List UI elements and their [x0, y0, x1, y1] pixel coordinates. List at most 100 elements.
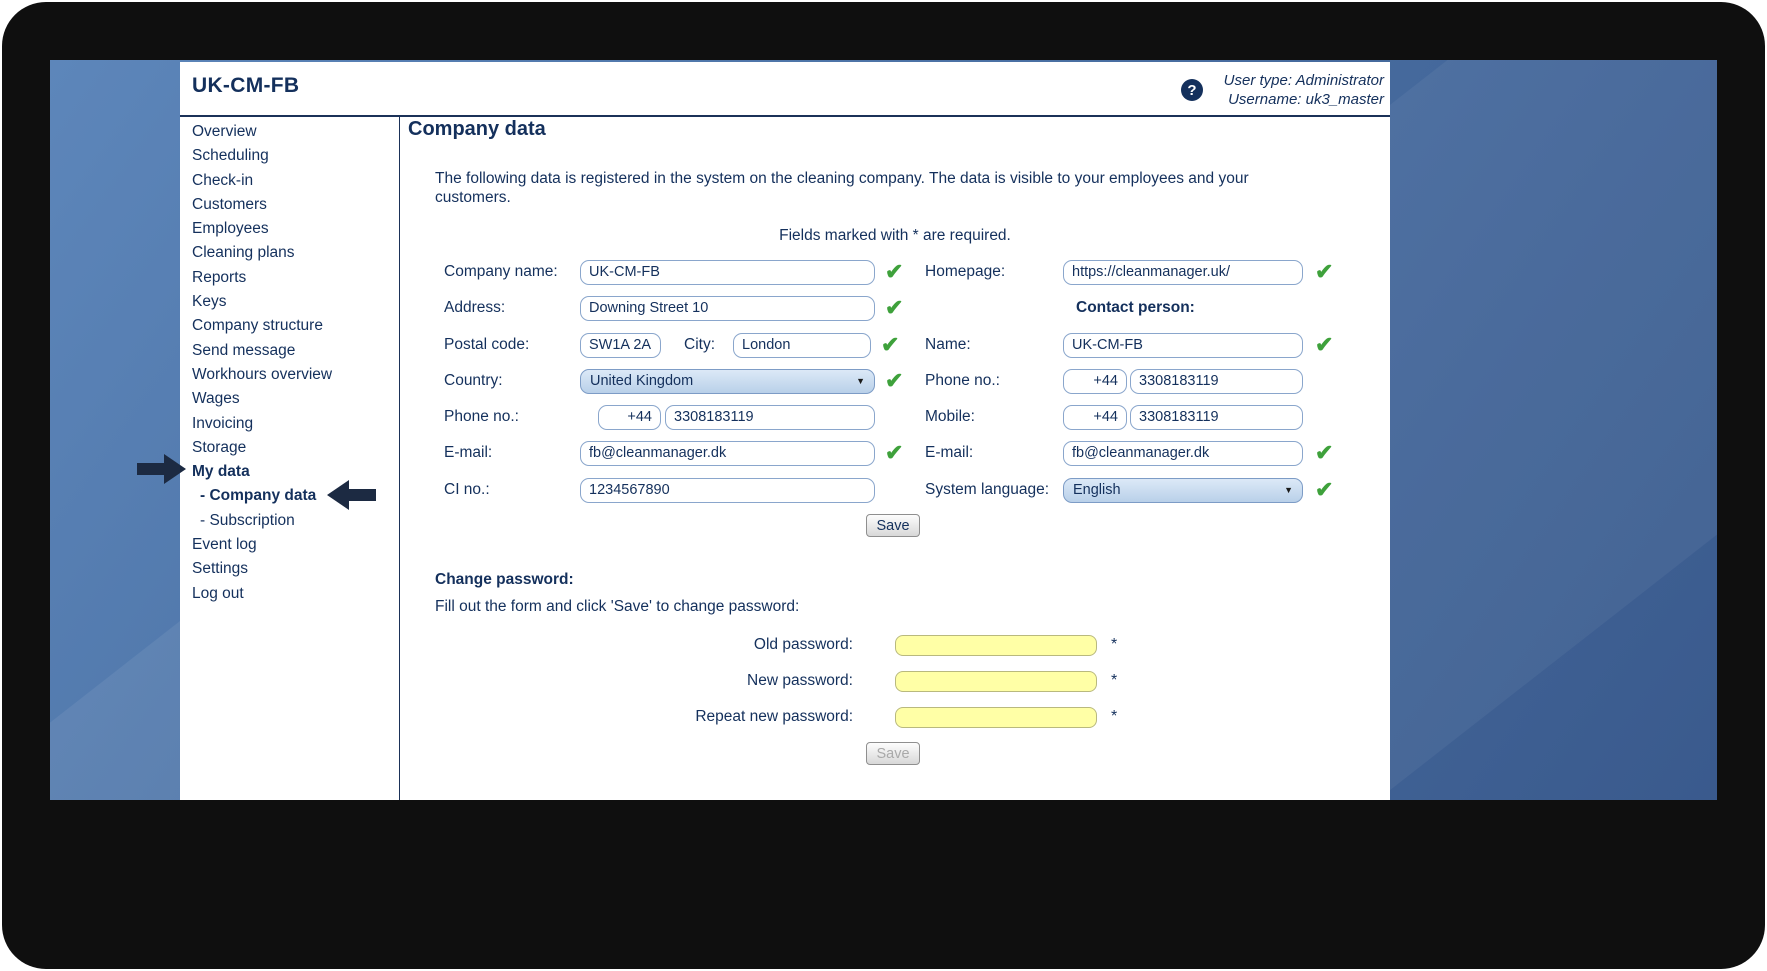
required-asterisk: * — [1111, 708, 1117, 726]
change-password-instruction: Fill out the form and click 'Save' to ch… — [435, 598, 799, 616]
contact-email-label: E-mail: — [925, 444, 1063, 462]
phone-label: Phone no.: — [444, 408, 580, 426]
sidebar-item-reports[interactable]: Reports — [180, 266, 399, 290]
arrow-right-icon — [137, 453, 187, 485]
contact-mobile-label: Mobile: — [925, 408, 1063, 426]
valid-check-icon: ✔ — [1315, 479, 1333, 501]
old-password-label: Old password: — [613, 636, 853, 654]
contact-phone-label: Phone no.: — [925, 372, 1063, 390]
sidebar-item-settings[interactable]: Settings — [180, 557, 399, 581]
required-asterisk: * — [1111, 636, 1117, 654]
repeat-password-row: Repeat new password: * — [613, 705, 1117, 729]
homepage-input[interactable] — [1063, 260, 1303, 285]
sidebar-item-customers[interactable]: Customers — [180, 193, 399, 217]
username-text: Username: uk3_master — [1224, 90, 1384, 109]
sidebar-nav: Overview Scheduling Check-in Customers E… — [180, 117, 400, 800]
postal-code-input[interactable] — [580, 333, 661, 358]
system-language-label: System language: — [925, 481, 1063, 499]
country-row: Country: United Kingdom ▼ ✔ — [444, 368, 903, 394]
sidebar-item-scheduling[interactable]: Scheduling — [180, 144, 399, 168]
contact-name-label: Name: — [925, 336, 1063, 354]
homepage-label: Homepage: — [925, 263, 1063, 281]
ci-no-label: CI no.: — [444, 481, 580, 499]
arrow-left-icon — [326, 479, 376, 511]
phone-prefix-input[interactable] — [598, 405, 661, 430]
user-info: User type: Administrator Username: uk3_m… — [1224, 71, 1384, 109]
city-label: City: — [684, 336, 715, 354]
contact-mobile-row: Mobile: — [925, 404, 1303, 430]
contact-person-header: Contact person: — [1076, 299, 1195, 317]
contact-phone-prefix-input[interactable] — [1063, 369, 1127, 394]
system-language-row: System language: English ▼ ✔ — [925, 477, 1333, 503]
new-password-input[interactable] — [895, 671, 1097, 692]
contact-email-input[interactable] — [1063, 441, 1303, 466]
valid-check-icon: ✔ — [885, 442, 903, 464]
repeat-password-input[interactable] — [895, 707, 1097, 728]
ci-no-row: CI no.: — [444, 477, 875, 503]
postal-code-label: Postal code: — [444, 336, 580, 354]
sidebar-item-send-message[interactable]: Send message — [180, 339, 399, 363]
email-input[interactable] — [580, 441, 875, 466]
new-password-row: New password: * — [613, 669, 1117, 693]
help-icon[interactable]: ? — [1181, 79, 1203, 101]
sidebar-item-cleaning-plans[interactable]: Cleaning plans — [180, 241, 399, 265]
valid-check-icon: ✔ — [881, 334, 899, 356]
valid-check-icon: ✔ — [885, 297, 903, 319]
screenshot-stage: UK-CM-FB ? User type: Administrator User… — [0, 0, 1767, 971]
sidebar-item-wages[interactable]: Wages — [180, 387, 399, 411]
phone-row: Phone no.: — [444, 404, 875, 430]
phone-input[interactable] — [665, 405, 875, 430]
sidebar-item-event-log[interactable]: Event log — [180, 533, 399, 557]
sidebar-item-employees[interactable]: Employees — [180, 217, 399, 241]
page-title: Company data — [408, 118, 546, 141]
city-input[interactable] — [733, 333, 871, 358]
contact-mobile-input[interactable] — [1130, 405, 1303, 430]
contact-name-input[interactable] — [1063, 333, 1303, 358]
save-password-button[interactable]: Save — [866, 742, 920, 765]
user-type-text: User type: Administrator — [1224, 71, 1384, 90]
sidebar-item-overview[interactable]: Overview — [180, 120, 399, 144]
sidebar-item-check-in[interactable]: Check-in — [180, 169, 399, 193]
valid-check-icon: ✔ — [885, 261, 903, 283]
desktop-background: UK-CM-FB ? User type: Administrator User… — [50, 60, 1717, 800]
system-language-select[interactable]: English ▼ — [1063, 478, 1303, 503]
required-fields-note: Fields marked with * are required. — [435, 227, 1355, 245]
country-selected-value: United Kingdom — [590, 373, 850, 389]
contact-name-row: Name: ✔ — [925, 332, 1333, 358]
address-label: Address: — [444, 299, 580, 317]
company-name-input[interactable] — [580, 260, 875, 285]
sidebar-item-company-structure[interactable]: Company structure — [180, 314, 399, 338]
address-input[interactable] — [580, 296, 875, 321]
address-row: Address: ✔ — [444, 295, 903, 321]
email-row: E-mail: ✔ — [444, 440, 903, 466]
save-company-data-button[interactable]: Save — [866, 514, 920, 537]
sidebar-item-invoicing[interactable]: Invoicing — [180, 412, 399, 436]
window-title: UK-CM-FB — [192, 74, 299, 98]
repeat-password-label: Repeat new password: — [613, 708, 853, 726]
sidebar-item-storage[interactable]: Storage — [180, 436, 399, 460]
valid-check-icon: ✔ — [1315, 442, 1333, 464]
system-language-selected-value: English — [1073, 482, 1278, 498]
valid-check-icon: ✔ — [1315, 334, 1333, 356]
intro-text: The following data is registered in the … — [435, 169, 1301, 207]
chevron-down-icon: ▼ — [1284, 485, 1293, 495]
contact-phone-input[interactable] — [1130, 369, 1303, 394]
sidebar-item-workhours-overview[interactable]: Workhours overview — [180, 363, 399, 387]
old-password-input[interactable] — [895, 635, 1097, 656]
sidebar-item-log-out[interactable]: Log out — [180, 582, 399, 606]
company-name-row: Company name: ✔ — [444, 259, 903, 285]
new-password-label: New password: — [613, 672, 853, 690]
country-label: Country: — [444, 372, 580, 390]
ci-no-input[interactable] — [580, 478, 875, 503]
valid-check-icon: ✔ — [885, 370, 903, 392]
postal-city-row: Postal code: City: ✔ — [444, 332, 899, 358]
email-label: E-mail: — [444, 444, 580, 462]
country-select[interactable]: United Kingdom ▼ — [580, 369, 875, 394]
contact-mobile-prefix-input[interactable] — [1063, 405, 1127, 430]
homepage-row: Homepage: ✔ — [925, 259, 1333, 285]
required-asterisk: * — [1111, 672, 1117, 690]
sidebar-item-subscription[interactable]: - Subscription — [180, 509, 399, 533]
valid-check-icon: ✔ — [1315, 261, 1333, 283]
sidebar-item-keys[interactable]: Keys — [180, 290, 399, 314]
contact-email-row: E-mail: ✔ — [925, 440, 1333, 466]
